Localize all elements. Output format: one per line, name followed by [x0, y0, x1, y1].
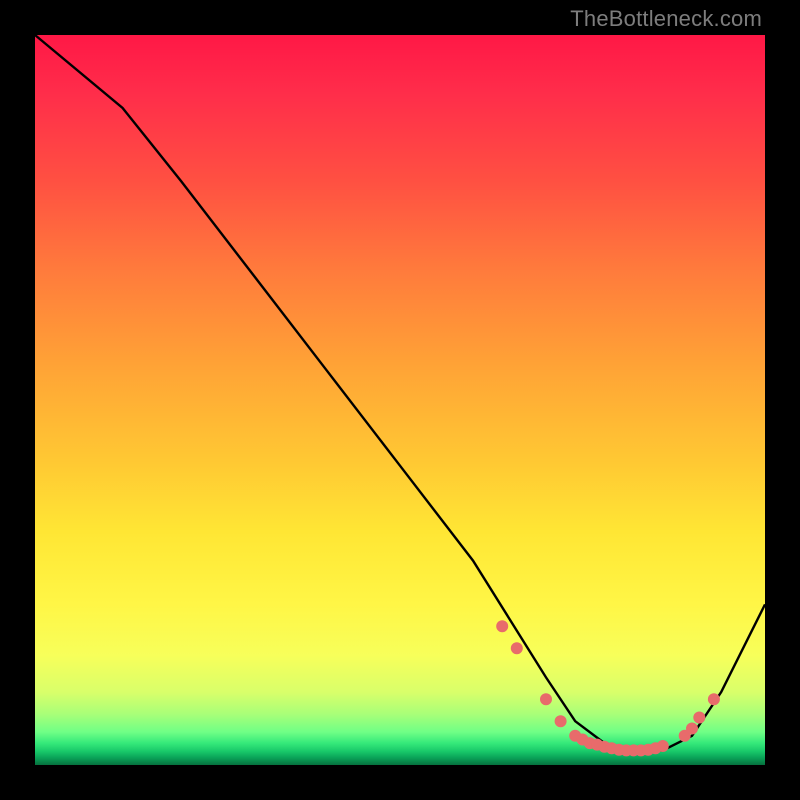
marker-dot — [511, 642, 523, 654]
marker-dot — [686, 723, 698, 735]
marker-dot — [540, 693, 552, 705]
curve-path — [35, 35, 765, 750]
marker-dot — [496, 620, 508, 632]
chart-frame: TheBottleneck.com — [0, 0, 800, 800]
attribution-text: TheBottleneck.com — [570, 6, 762, 32]
plot-area — [35, 35, 765, 765]
chart-svg — [35, 35, 765, 765]
marker-dot — [555, 715, 567, 727]
marker-dot — [657, 740, 669, 752]
marker-layer — [496, 620, 720, 756]
marker-dot — [693, 712, 705, 724]
marker-dot — [708, 693, 720, 705]
